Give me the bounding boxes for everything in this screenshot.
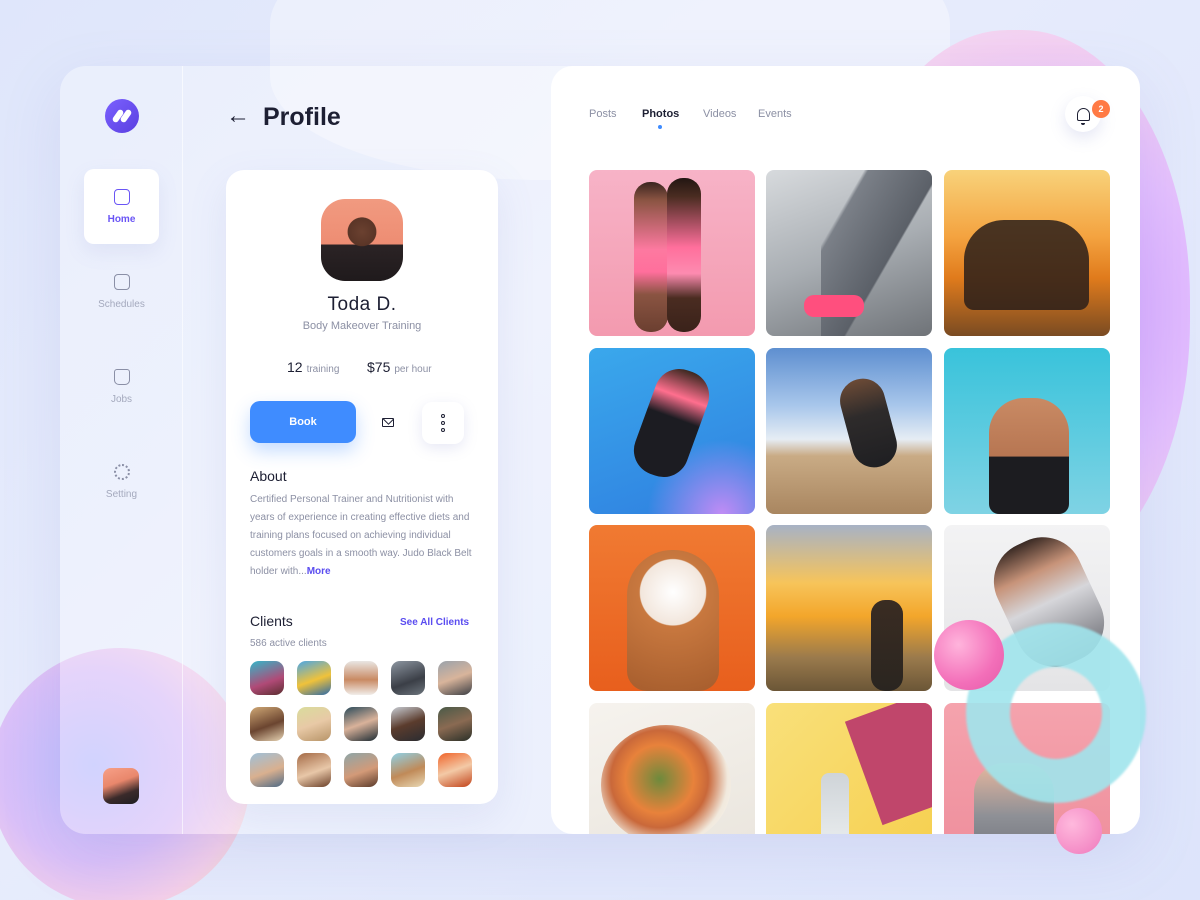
client-avatar[interactable] <box>391 707 425 741</box>
client-avatar[interactable] <box>438 753 472 787</box>
client-avatar[interactable] <box>344 753 378 787</box>
photo-tile[interactable] <box>766 170 932 336</box>
more-dot-icon <box>441 421 445 425</box>
photo-tile[interactable] <box>944 525 1110 691</box>
gear-icon <box>113 463 130 480</box>
clients-title: Clients <box>250 613 293 629</box>
profile-subtitle: Body Makeover Training <box>302 320 422 332</box>
sidebar-item-label: Jobs <box>110 393 133 405</box>
client-avatar[interactable] <box>391 661 425 695</box>
more-dot-icon <box>441 428 445 432</box>
client-avatar[interactable] <box>344 661 378 695</box>
more-options-button[interactable] <box>422 402 464 444</box>
clients-count: 586 active clients <box>250 638 327 649</box>
client-avatar[interactable] <box>297 707 331 741</box>
photo-tile[interactable] <box>589 525 755 691</box>
briefcase-icon <box>113 368 130 385</box>
tab-videos[interactable]: Videos <box>703 108 736 120</box>
photo-tile[interactable] <box>944 348 1110 514</box>
sidebar-item-home[interactable]: Home <box>84 169 159 244</box>
client-avatar[interactable] <box>250 661 284 695</box>
chart-icon <box>113 188 130 205</box>
sidebar-item-label: Schedules <box>98 298 145 310</box>
active-tab-indicator <box>658 125 662 129</box>
back-arrow-icon[interactable]: ← <box>226 104 250 128</box>
clients-grid <box>250 661 472 787</box>
photo-tile[interactable] <box>589 703 755 834</box>
photo-tile[interactable] <box>766 703 932 834</box>
tab-photos[interactable]: Photos <box>642 108 679 120</box>
client-avatar[interactable] <box>391 753 425 787</box>
calendar-icon <box>113 273 130 290</box>
user-avatar[interactable] <box>103 768 139 804</box>
photo-tile[interactable] <box>589 348 755 514</box>
photo-tile[interactable] <box>944 170 1110 336</box>
price-label: per hour <box>394 364 432 375</box>
training-stat: 12 training <box>287 359 339 375</box>
about-title: About <box>250 468 287 484</box>
photo-tile[interactable] <box>766 348 932 514</box>
profile-photo <box>321 199 403 281</box>
sidebar: Home Schedules Jobs Setting <box>60 66 183 834</box>
book-button[interactable]: Book <box>250 401 356 443</box>
client-avatar[interactable] <box>344 707 378 741</box>
about-body: Certified Personal Trainer and Nutrition… <box>250 494 472 577</box>
page-title: Profile <box>263 103 341 131</box>
notification-badge: 2 <box>1092 100 1110 118</box>
photo-tile[interactable] <box>766 525 932 691</box>
price-stat: $75 per hour <box>367 359 432 375</box>
sidebar-item-jobs[interactable]: Jobs <box>84 349 159 424</box>
client-avatar[interactable] <box>438 707 472 741</box>
training-label: training <box>306 364 340 375</box>
sidebar-item-setting[interactable]: Setting <box>84 444 159 519</box>
client-avatar[interactable] <box>297 753 331 787</box>
message-button[interactable] <box>371 411 405 433</box>
mail-icon <box>382 417 394 427</box>
see-all-clients-link[interactable]: See All Clients <box>400 617 469 628</box>
training-count: 12 <box>287 359 303 375</box>
photo-tile[interactable] <box>944 703 1110 834</box>
tab-posts[interactable]: Posts <box>589 108 617 120</box>
client-avatar[interactable] <box>250 753 284 787</box>
client-avatar[interactable] <box>250 707 284 741</box>
app-logo[interactable] <box>105 99 139 133</box>
media-panel: Posts Photos Videos Events 2 <box>551 66 1140 834</box>
photo-tile[interactable] <box>589 170 755 336</box>
client-avatar[interactable] <box>438 661 472 695</box>
profile-card: Toda D. Body Makeover Training 12 trainin… <box>226 170 498 804</box>
profile-name: Toda D. <box>327 294 397 315</box>
price-value: $75 <box>367 359 391 375</box>
sidebar-item-label: Home <box>107 213 136 225</box>
tab-events[interactable]: Events <box>758 108 792 120</box>
bell-icon <box>1076 107 1090 125</box>
sidebar-item-schedules[interactable]: Schedules <box>84 254 159 329</box>
client-avatar[interactable] <box>297 661 331 695</box>
more-dot-icon <box>441 414 445 418</box>
about-more-link[interactable]: More <box>307 566 331 577</box>
about-text: Certified Personal Trainer and Nutrition… <box>250 491 472 581</box>
sidebar-item-label: Setting <box>105 488 138 500</box>
